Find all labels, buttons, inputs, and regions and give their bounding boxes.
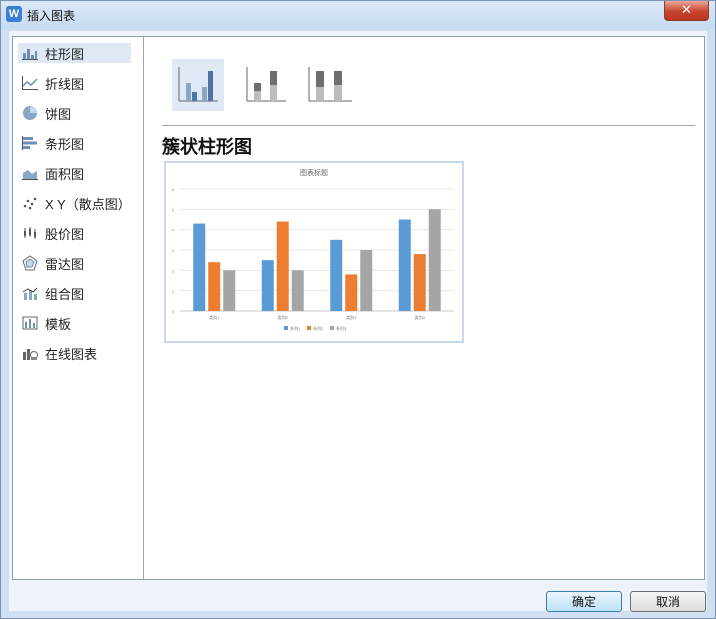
sidebar-item-label: 柱形图 [45, 46, 85, 62]
cancel-button[interactable]: 取消 [630, 591, 706, 612]
chart-title: 图表标题 [300, 168, 328, 177]
sidebar-item-area[interactable]: 面积图 [18, 163, 131, 183]
area-chart-icon [21, 164, 39, 182]
y-tick-label: 0 [172, 309, 175, 314]
legend-swatch [307, 326, 311, 330]
chart-bar [360, 250, 373, 311]
legend-swatch [330, 326, 334, 330]
sidebar-item-label: 面积图 [45, 166, 85, 182]
sidebar-item-scatter[interactable]: X Y（散点图） [18, 193, 131, 213]
sidebar-item-label: 折线图 [45, 76, 85, 92]
dialog-body: 柱形图 折线图 饼图 条形图 面积图 X Y（散点图） 股价图 雷达图 组合图 … [9, 31, 707, 612]
y-tick-label: 3 [172, 248, 175, 253]
pie-chart-icon [21, 104, 39, 122]
bar-chart-icon [21, 44, 39, 62]
chart-bar [345, 274, 358, 311]
insert-chart-dialog: W 插入图表 ✕ 柱形图 折线图 饼图 条形图 面积图 X Y（散点图） 股价图… [0, 0, 716, 619]
y-tick-label: 1 [172, 289, 175, 294]
line-chart-icon [21, 74, 39, 92]
x-category-label: 类别2 [278, 314, 289, 320]
y-tick-label: 5 [172, 207, 175, 212]
chart-bar [428, 209, 441, 311]
subtype-title: 簇状柱形图 [162, 137, 252, 158]
close-button[interactable]: ✕ [664, 1, 709, 21]
stacked-column-icon [246, 67, 286, 102]
chart-bar [276, 221, 289, 311]
chart-bar [261, 260, 274, 311]
sidebar-item-pie[interactable]: 饼图 [18, 103, 131, 123]
ok-button[interactable]: 确定 [546, 591, 622, 612]
x-category-label: 类别4 [415, 314, 426, 320]
sidebar-item-online-chart[interactable]: 在线图表 [18, 343, 131, 363]
clustered-column-icon [178, 67, 218, 102]
sidebar-item-column[interactable]: 柱形图 [18, 43, 131, 63]
stock-chart-icon [21, 224, 39, 242]
sidebar-item-stock[interactable]: 股价图 [18, 223, 131, 243]
sidebar-item-horizontal-bar[interactable]: 条形图 [18, 133, 131, 153]
subtype-percent-stacked-column[interactable] [304, 59, 356, 111]
sidebar-item-label: 模板 [45, 316, 72, 332]
sidebar-item-combo[interactable]: 组合图 [18, 283, 131, 303]
sidebar-item-label: X Y（散点图） [45, 196, 131, 212]
sidebar-item-template[interactable]: 模板 [18, 313, 131, 333]
wps-app-icon: W [6, 6, 22, 22]
x-category-label: 类别1 [209, 314, 220, 320]
title-bar[interactable]: W 插入图表 ✕ [1, 1, 715, 29]
legend-swatch [284, 326, 288, 330]
chart-bar [208, 262, 221, 311]
sidebar-item-label: 饼图 [45, 106, 72, 122]
subtype-stacked-column[interactable] [240, 59, 292, 111]
chart-bar [223, 270, 236, 311]
sidebar-item-label: 在线图表 [45, 346, 98, 362]
sidebar-item-label: 条形图 [45, 136, 85, 152]
chart-bar [291, 270, 304, 311]
subtype-clustered-column[interactable] [172, 59, 224, 111]
sidebar-item-radar[interactable]: 雷达图 [18, 253, 131, 273]
scatter-chart-icon [21, 194, 39, 212]
sidebar-item-label: 雷达图 [45, 256, 85, 272]
radar-chart-icon [21, 254, 39, 272]
content-frame: 柱形图 折线图 饼图 条形图 面积图 X Y（散点图） 股价图 雷达图 组合图 … [12, 36, 705, 580]
chart-preview: 图表标题 0 1 2 3 4 5 6 类别1 类别2 类别3 类别4 系列1 系列2 系列3 [164, 161, 464, 343]
legend-label: 系列3 [336, 325, 347, 331]
y-tick-label: 6 [172, 187, 175, 192]
sidebar-item-label: 股价图 [45, 226, 85, 242]
horizontal-bar-icon [21, 134, 39, 152]
legend-label: 系列2 [313, 325, 324, 331]
separator-line [162, 125, 695, 126]
y-tick-label: 4 [172, 228, 175, 233]
chart-preview-svg: 图表标题 0 1 2 3 4 5 6 类别1 类别2 类别3 类别4 系列1 系列2 系列3 [172, 168, 454, 331]
online-chart-icon [21, 344, 39, 362]
chart-bar [193, 223, 206, 311]
dialog-title: 插入图表 [27, 9, 76, 23]
template-icon [21, 314, 39, 332]
chart-options-panel: 簇状柱形图 图表标题 0 1 2 3 4 5 6 类别1 类别2 类别3 类别4 系列1 系列2 系列3 [144, 37, 704, 579]
y-tick-label: 2 [172, 268, 175, 273]
x-category-label: 类别3 [346, 314, 357, 320]
chart-bar [330, 239, 343, 311]
sidebar-item-label: 组合图 [45, 286, 85, 302]
sidebar-item-line[interactable]: 折线图 [18, 73, 131, 93]
chart-bar [413, 254, 426, 311]
chart-bar [398, 219, 411, 311]
legend-label: 系列1 [290, 325, 301, 331]
combo-chart-icon [21, 284, 39, 302]
chart-type-list: 柱形图 折线图 饼图 条形图 面积图 X Y（散点图） 股价图 雷达图 组合图 … [13, 37, 144, 579]
percent-stacked-column-icon [308, 67, 352, 102]
